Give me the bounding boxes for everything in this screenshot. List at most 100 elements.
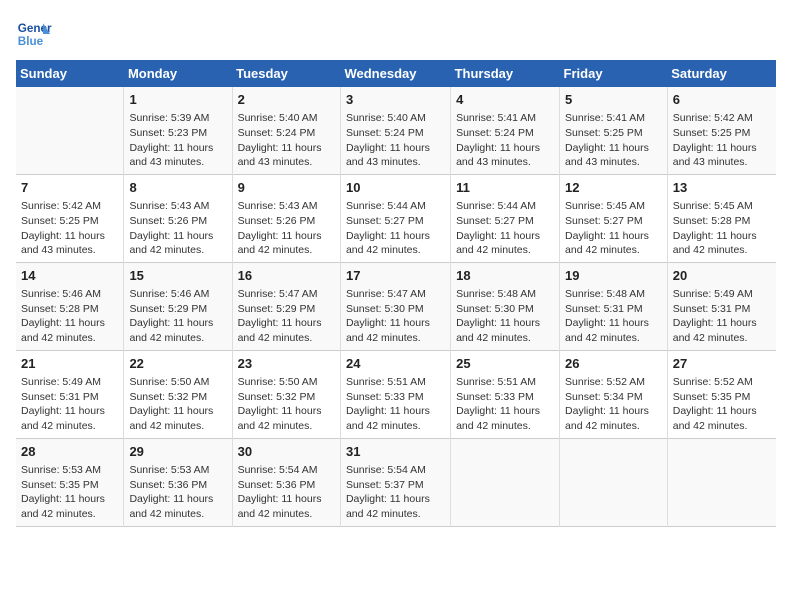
day-number: 9	[238, 179, 335, 197]
day-number: 13	[673, 179, 771, 197]
calendar-cell: 16 Sunrise: 5:47 AM Sunset: 5:29 PM Dayli…	[232, 262, 340, 350]
day-info: Sunrise: 5:48 AM Sunset: 5:31 PM Dayligh…	[565, 287, 662, 346]
calendar-cell: 11 Sunrise: 5:44 AM Sunset: 5:27 PM Dayli…	[451, 174, 560, 262]
day-info: Sunrise: 5:52 AM Sunset: 5:35 PM Dayligh…	[673, 375, 771, 434]
calendar-week-3: 14 Sunrise: 5:46 AM Sunset: 5:28 PM Dayli…	[16, 262, 776, 350]
calendar-cell: 30Sunrise: 5:54 AM Sunset: 5:36 PM Dayli…	[232, 438, 340, 526]
calendar-cell: 27 Sunrise: 5:52 AM Sunset: 5:35 PM Dayli…	[667, 350, 776, 438]
calendar-header-row: SundayMondayTuesdayWednesdayThursdayFrid…	[16, 60, 776, 87]
calendar-cell: 23Sunrise: 5:50 AM Sunset: 5:32 PM Dayli…	[232, 350, 340, 438]
calendar-cell	[16, 87, 124, 174]
calendar-week-5: 28 Sunrise: 5:53 AM Sunset: 5:35 PM Dayli…	[16, 438, 776, 526]
calendar-cell: 26 Sunrise: 5:52 AM Sunset: 5:34 PM Dayli…	[560, 350, 668, 438]
day-number: 2	[238, 91, 335, 109]
calendar-cell: 2 Sunrise: 5:40 AM Sunset: 5:24 PM Daylig…	[232, 87, 340, 174]
calendar-cell	[560, 438, 668, 526]
day-number: 16	[238, 267, 335, 285]
day-number: 12	[565, 179, 662, 197]
day-info: Sunrise: 5:53 AM Sunset: 5:35 PM Dayligh…	[21, 463, 118, 522]
calendar-cell: 4 Sunrise: 5:41 AM Sunset: 5:24 PM Daylig…	[451, 87, 560, 174]
day-number: 11	[456, 179, 554, 197]
calendar-cell: 25Sunrise: 5:51 AM Sunset: 5:33 PM Dayli…	[451, 350, 560, 438]
day-number: 8	[129, 179, 226, 197]
calendar-cell: 3 Sunrise: 5:40 AM Sunset: 5:24 PM Daylig…	[340, 87, 450, 174]
calendar-cell: 14 Sunrise: 5:46 AM Sunset: 5:28 PM Dayli…	[16, 262, 124, 350]
calendar-week-2: 7Sunrise: 5:42 AM Sunset: 5:25 PM Daylig…	[16, 174, 776, 262]
day-info: Sunrise: 5:52 AM Sunset: 5:34 PM Dayligh…	[565, 375, 662, 434]
day-number: 28	[21, 443, 118, 461]
header: General Blue	[16, 16, 776, 52]
day-number: 19	[565, 267, 662, 285]
calendar-week-1: 1Sunrise: 5:39 AM Sunset: 5:23 PM Daylig…	[16, 87, 776, 174]
calendar-cell: 13Sunrise: 5:45 AM Sunset: 5:28 PM Dayli…	[667, 174, 776, 262]
day-number: 17	[346, 267, 445, 285]
day-info: Sunrise: 5:47 AM Sunset: 5:29 PM Dayligh…	[238, 287, 335, 346]
calendar-cell: 7Sunrise: 5:42 AM Sunset: 5:25 PM Daylig…	[16, 174, 124, 262]
calendar-cell: 5Sunrise: 5:41 AM Sunset: 5:25 PM Daylig…	[560, 87, 668, 174]
day-info: Sunrise: 5:53 AM Sunset: 5:36 PM Dayligh…	[129, 463, 226, 522]
day-number: 15	[129, 267, 226, 285]
day-number: 10	[346, 179, 445, 197]
header-cell-wednesday: Wednesday	[340, 60, 450, 87]
day-info: Sunrise: 5:46 AM Sunset: 5:28 PM Dayligh…	[21, 287, 118, 346]
day-info: Sunrise: 5:49 AM Sunset: 5:31 PM Dayligh…	[21, 375, 118, 434]
day-number: 27	[673, 355, 771, 373]
day-info: Sunrise: 5:40 AM Sunset: 5:24 PM Dayligh…	[238, 111, 335, 170]
header-cell-saturday: Saturday	[667, 60, 776, 87]
header-cell-thursday: Thursday	[451, 60, 560, 87]
header-cell-monday: Monday	[124, 60, 232, 87]
day-info: Sunrise: 5:40 AM Sunset: 5:24 PM Dayligh…	[346, 111, 445, 170]
day-info: Sunrise: 5:46 AM Sunset: 5:29 PM Dayligh…	[129, 287, 226, 346]
day-info: Sunrise: 5:51 AM Sunset: 5:33 PM Dayligh…	[346, 375, 445, 434]
logo-icon: General Blue	[16, 16, 52, 52]
day-info: Sunrise: 5:50 AM Sunset: 5:32 PM Dayligh…	[129, 375, 226, 434]
calendar-cell: 19 Sunrise: 5:48 AM Sunset: 5:31 PM Dayli…	[560, 262, 668, 350]
day-info: Sunrise: 5:41 AM Sunset: 5:24 PM Dayligh…	[456, 111, 554, 170]
calendar-cell: 18 Sunrise: 5:48 AM Sunset: 5:30 PM Dayli…	[451, 262, 560, 350]
day-info: Sunrise: 5:44 AM Sunset: 5:27 PM Dayligh…	[456, 199, 554, 258]
calendar-cell: 10 Sunrise: 5:44 AM Sunset: 5:27 PM Dayli…	[340, 174, 450, 262]
day-info: Sunrise: 5:47 AM Sunset: 5:30 PM Dayligh…	[346, 287, 445, 346]
calendar-cell: 1Sunrise: 5:39 AM Sunset: 5:23 PM Daylig…	[124, 87, 232, 174]
day-number: 20	[673, 267, 771, 285]
day-info: Sunrise: 5:44 AM Sunset: 5:27 PM Dayligh…	[346, 199, 445, 258]
calendar-week-4: 21 Sunrise: 5:49 AM Sunset: 5:31 PM Dayli…	[16, 350, 776, 438]
day-number: 21	[21, 355, 118, 373]
day-info: Sunrise: 5:48 AM Sunset: 5:30 PM Dayligh…	[456, 287, 554, 346]
header-cell-tuesday: Tuesday	[232, 60, 340, 87]
calendar-body: 1Sunrise: 5:39 AM Sunset: 5:23 PM Daylig…	[16, 87, 776, 526]
day-info: Sunrise: 5:43 AM Sunset: 5:26 PM Dayligh…	[238, 199, 335, 258]
calendar-cell: 24 Sunrise: 5:51 AM Sunset: 5:33 PM Dayli…	[340, 350, 450, 438]
day-info: Sunrise: 5:42 AM Sunset: 5:25 PM Dayligh…	[21, 199, 118, 258]
svg-text:Blue: Blue	[18, 35, 44, 48]
day-info: Sunrise: 5:39 AM Sunset: 5:23 PM Dayligh…	[129, 111, 226, 170]
day-number: 24	[346, 355, 445, 373]
calendar-cell: 6Sunrise: 5:42 AM Sunset: 5:25 PM Daylig…	[667, 87, 776, 174]
day-info: Sunrise: 5:45 AM Sunset: 5:27 PM Dayligh…	[565, 199, 662, 258]
calendar-cell: 8 Sunrise: 5:43 AM Sunset: 5:26 PM Daylig…	[124, 174, 232, 262]
calendar-cell: 22Sunrise: 5:50 AM Sunset: 5:32 PM Dayli…	[124, 350, 232, 438]
day-number: 26	[565, 355, 662, 373]
calendar-cell: 29 Sunrise: 5:53 AM Sunset: 5:36 PM Dayli…	[124, 438, 232, 526]
day-info: Sunrise: 5:43 AM Sunset: 5:26 PM Dayligh…	[129, 199, 226, 258]
calendar-cell: 20 Sunrise: 5:49 AM Sunset: 5:31 PM Dayli…	[667, 262, 776, 350]
calendar-cell: 28 Sunrise: 5:53 AM Sunset: 5:35 PM Dayli…	[16, 438, 124, 526]
calendar-cell: 15 Sunrise: 5:46 AM Sunset: 5:29 PM Dayli…	[124, 262, 232, 350]
calendar-cell	[667, 438, 776, 526]
calendar-cell: 9 Sunrise: 5:43 AM Sunset: 5:26 PM Daylig…	[232, 174, 340, 262]
day-number: 14	[21, 267, 118, 285]
calendar-cell: 17 Sunrise: 5:47 AM Sunset: 5:30 PM Dayli…	[340, 262, 450, 350]
calendar-cell: 12 Sunrise: 5:45 AM Sunset: 5:27 PM Dayli…	[560, 174, 668, 262]
calendar-cell	[451, 438, 560, 526]
logo: General Blue	[16, 16, 56, 52]
header-cell-friday: Friday	[560, 60, 668, 87]
day-number: 5	[565, 91, 662, 109]
calendar-cell: 31Sunrise: 5:54 AM Sunset: 5:37 PM Dayli…	[340, 438, 450, 526]
day-number: 29	[129, 443, 226, 461]
day-number: 30	[238, 443, 335, 461]
day-number: 18	[456, 267, 554, 285]
day-info: Sunrise: 5:51 AM Sunset: 5:33 PM Dayligh…	[456, 375, 554, 434]
day-number: 3	[346, 91, 445, 109]
day-info: Sunrise: 5:49 AM Sunset: 5:31 PM Dayligh…	[673, 287, 771, 346]
day-number: 4	[456, 91, 554, 109]
